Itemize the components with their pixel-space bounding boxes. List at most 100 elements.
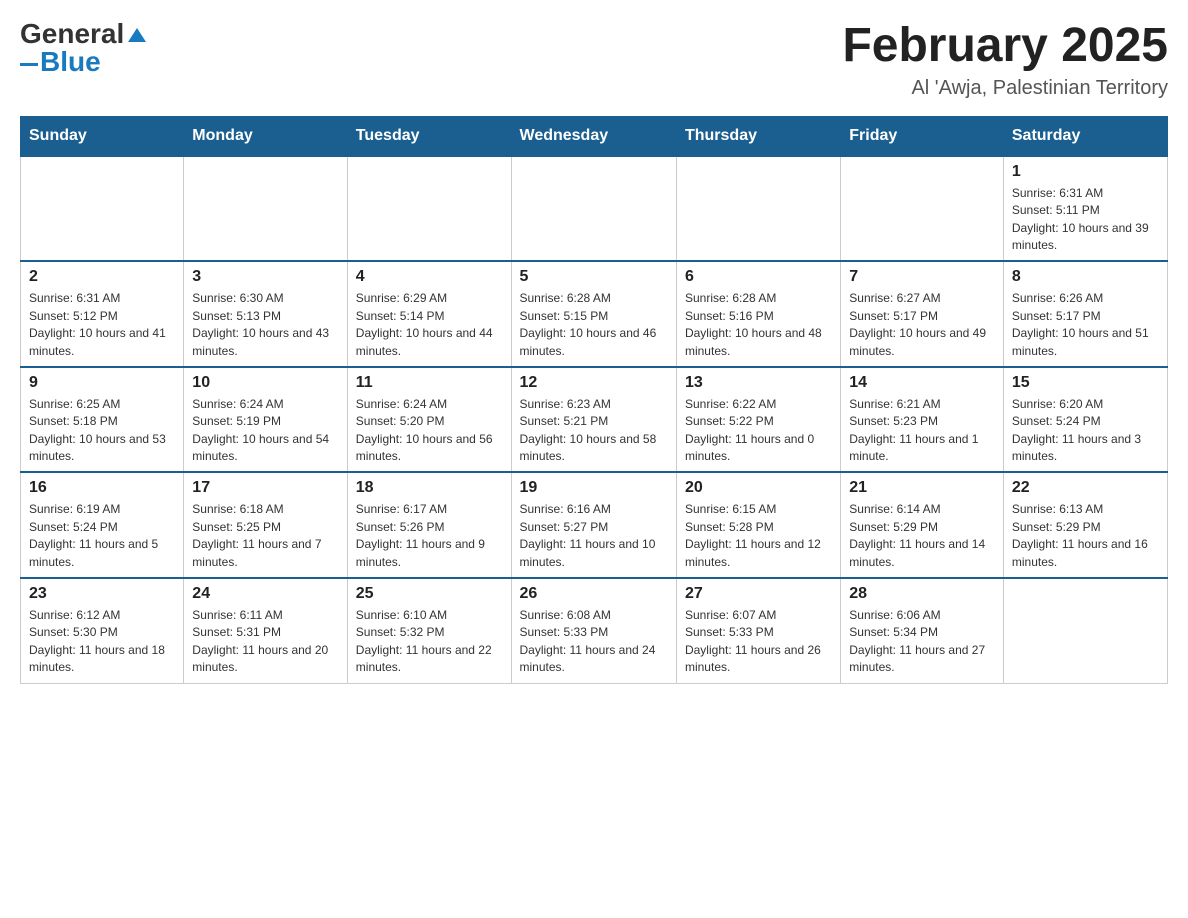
calendar-cell: 13Sunrise: 6:22 AM Sunset: 5:22 PM Dayli… (676, 367, 840, 473)
day-number: 4 (356, 268, 503, 286)
day-number: 23 (29, 585, 175, 603)
calendar-cell: 7 Sunrise: 6:27 AM Sunset: 5:17 PM Daylig… (841, 261, 1004, 367)
day-number: 26 (520, 585, 668, 603)
day-info: Sunrise: 6:11 AM Sunset: 5:31 PM Dayligh… (192, 607, 338, 677)
calendar-week-row: 16 Sunrise: 6:19 AM Sunset: 5:24 PM Dayli… (21, 472, 1168, 578)
day-info: Sunrise: 6:10 AM Sunset: 5:32 PM Dayligh… (356, 607, 503, 677)
day-number: 7 (849, 268, 995, 286)
calendar-cell: 14 Sunrise: 6:21 AM Sunset: 5:23 PM Dayli… (841, 367, 1004, 473)
day-number: 24 (192, 585, 338, 603)
day-number: 16 (29, 479, 175, 497)
day-number: 20 (685, 479, 832, 497)
calendar-cell: 16 Sunrise: 6:19 AM Sunset: 5:24 PM Dayli… (21, 472, 184, 578)
day-info: Sunrise: 6:06 AM Sunset: 5:34 PM Dayligh… (849, 607, 995, 677)
calendar-cell (184, 156, 347, 262)
calendar-header-row: SundayMondayTuesdayWednesdayThursdayFrid… (21, 116, 1168, 156)
calendar-cell: 5Sunrise: 6:28 AM Sunset: 5:15 PM Daylig… (511, 261, 676, 367)
calendar-cell: 12 Sunrise: 6:23 AM Sunset: 5:21 PM Dayli… (511, 367, 676, 473)
calendar-cell: 19 Sunrise: 6:16 AM Sunset: 5:27 PM Dayli… (511, 472, 676, 578)
calendar-cell (676, 156, 840, 262)
day-info: Sunrise: 6:14 AM Sunset: 5:29 PM Dayligh… (849, 501, 995, 571)
day-of-week-header: Friday (841, 116, 1004, 156)
day-of-week-header: Wednesday (511, 116, 676, 156)
calendar-location: Al 'Awja, Palestinian Territory (842, 77, 1168, 100)
calendar-cell: 18 Sunrise: 6:17 AM Sunset: 5:26 PM Dayli… (347, 472, 511, 578)
day-number: 14 (849, 374, 995, 392)
day-of-week-header: Sunday (21, 116, 184, 156)
calendar-cell (21, 156, 184, 262)
day-of-week-header: Saturday (1003, 116, 1167, 156)
logo-triangle-icon (126, 26, 148, 44)
calendar-cell: 15Sunrise: 6:20 AM Sunset: 5:24 PM Dayli… (1003, 367, 1167, 473)
calendar-cell: 24 Sunrise: 6:11 AM Sunset: 5:31 PM Dayli… (184, 578, 347, 683)
calendar-cell: 3 Sunrise: 6:30 AM Sunset: 5:13 PM Daylig… (184, 261, 347, 367)
day-info: Sunrise: 6:30 AM Sunset: 5:13 PM Dayligh… (192, 290, 338, 360)
day-info: Sunrise: 6:29 AM Sunset: 5:14 PM Dayligh… (356, 290, 503, 360)
calendar-table: SundayMondayTuesdayWednesdayThursdayFrid… (20, 116, 1168, 684)
day-number: 25 (356, 585, 503, 603)
day-info: Sunrise: 6:18 AM Sunset: 5:25 PM Dayligh… (192, 501, 338, 571)
day-info: Sunrise: 6:12 AM Sunset: 5:30 PM Dayligh… (29, 607, 175, 677)
day-number: 12 (520, 374, 668, 392)
calendar-cell: 2Sunrise: 6:31 AM Sunset: 5:12 PM Daylig… (21, 261, 184, 367)
calendar-cell: 9 Sunrise: 6:25 AM Sunset: 5:18 PM Daylig… (21, 367, 184, 473)
day-info: Sunrise: 6:16 AM Sunset: 5:27 PM Dayligh… (520, 501, 668, 571)
day-info: Sunrise: 6:07 AM Sunset: 5:33 PM Dayligh… (685, 607, 832, 677)
day-info: Sunrise: 6:24 AM Sunset: 5:20 PM Dayligh… (356, 396, 503, 466)
day-info: Sunrise: 6:23 AM Sunset: 5:21 PM Dayligh… (520, 396, 668, 466)
day-number: 21 (849, 479, 995, 497)
day-number: 8 (1012, 268, 1159, 286)
day-info: Sunrise: 6:17 AM Sunset: 5:26 PM Dayligh… (356, 501, 503, 571)
logo-blue-text: Blue (40, 48, 101, 76)
calendar-cell (1003, 578, 1167, 683)
day-info: Sunrise: 6:28 AM Sunset: 5:15 PM Dayligh… (520, 290, 668, 360)
day-info: Sunrise: 6:20 AM Sunset: 5:24 PM Dayligh… (1012, 396, 1159, 466)
day-info: Sunrise: 6:27 AM Sunset: 5:17 PM Dayligh… (849, 290, 995, 360)
day-number: 22 (1012, 479, 1159, 497)
day-info: Sunrise: 6:15 AM Sunset: 5:28 PM Dayligh… (685, 501, 832, 571)
calendar-cell: 11 Sunrise: 6:24 AM Sunset: 5:20 PM Dayli… (347, 367, 511, 473)
day-number: 10 (192, 374, 338, 392)
calendar-cell: 1 Sunrise: 6:31 AM Sunset: 5:11 PM Daylig… (1003, 156, 1167, 262)
calendar-cell: 10 Sunrise: 6:24 AM Sunset: 5:19 PM Dayli… (184, 367, 347, 473)
day-number: 3 (192, 268, 338, 286)
calendar-cell (347, 156, 511, 262)
day-number: 9 (29, 374, 175, 392)
calendar-title: February 2025 (842, 20, 1168, 73)
calendar-cell (841, 156, 1004, 262)
day-info: Sunrise: 6:25 AM Sunset: 5:18 PM Dayligh… (29, 396, 175, 466)
day-info: Sunrise: 6:26 AM Sunset: 5:17 PM Dayligh… (1012, 290, 1159, 360)
day-info: Sunrise: 6:08 AM Sunset: 5:33 PM Dayligh… (520, 607, 668, 677)
logo-general-text: General (20, 20, 124, 48)
day-of-week-header: Thursday (676, 116, 840, 156)
calendar-cell: 6 Sunrise: 6:28 AM Sunset: 5:16 PM Daylig… (676, 261, 840, 367)
calendar-cell: 4 Sunrise: 6:29 AM Sunset: 5:14 PM Daylig… (347, 261, 511, 367)
day-number: 6 (685, 268, 832, 286)
day-number: 17 (192, 479, 338, 497)
page-header: General Blue February 2025 Al 'Awja, Pal… (20, 20, 1168, 100)
calendar-cell: 8 Sunrise: 6:26 AM Sunset: 5:17 PM Daylig… (1003, 261, 1167, 367)
day-number: 1 (1012, 163, 1159, 181)
calendar-cell: 22 Sunrise: 6:13 AM Sunset: 5:29 PM Dayli… (1003, 472, 1167, 578)
calendar-week-row: 1 Sunrise: 6:31 AM Sunset: 5:11 PM Daylig… (21, 156, 1168, 262)
logo-line-decoration (20, 63, 38, 66)
day-number: 2 (29, 268, 175, 286)
day-number: 28 (849, 585, 995, 603)
day-info: Sunrise: 6:31 AM Sunset: 5:11 PM Dayligh… (1012, 185, 1159, 255)
day-info: Sunrise: 6:24 AM Sunset: 5:19 PM Dayligh… (192, 396, 338, 466)
day-info: Sunrise: 6:28 AM Sunset: 5:16 PM Dayligh… (685, 290, 832, 360)
day-number: 18 (356, 479, 503, 497)
calendar-week-row: 23 Sunrise: 6:12 AM Sunset: 5:30 PM Dayli… (21, 578, 1168, 683)
calendar-cell (511, 156, 676, 262)
day-info: Sunrise: 6:19 AM Sunset: 5:24 PM Dayligh… (29, 501, 175, 571)
calendar-cell: 28 Sunrise: 6:06 AM Sunset: 5:34 PM Dayli… (841, 578, 1004, 683)
day-number: 19 (520, 479, 668, 497)
day-of-week-header: Tuesday (347, 116, 511, 156)
title-block: February 2025 Al 'Awja, Palestinian Terr… (842, 20, 1168, 100)
day-number: 11 (356, 374, 503, 392)
day-info: Sunrise: 6:22 AM Sunset: 5:22 PM Dayligh… (685, 396, 832, 466)
logo: General Blue (20, 20, 148, 76)
calendar-cell: 20 Sunrise: 6:15 AM Sunset: 5:28 PM Dayli… (676, 472, 840, 578)
day-info: Sunrise: 6:21 AM Sunset: 5:23 PM Dayligh… (849, 396, 995, 466)
day-info: Sunrise: 6:13 AM Sunset: 5:29 PM Dayligh… (1012, 501, 1159, 571)
